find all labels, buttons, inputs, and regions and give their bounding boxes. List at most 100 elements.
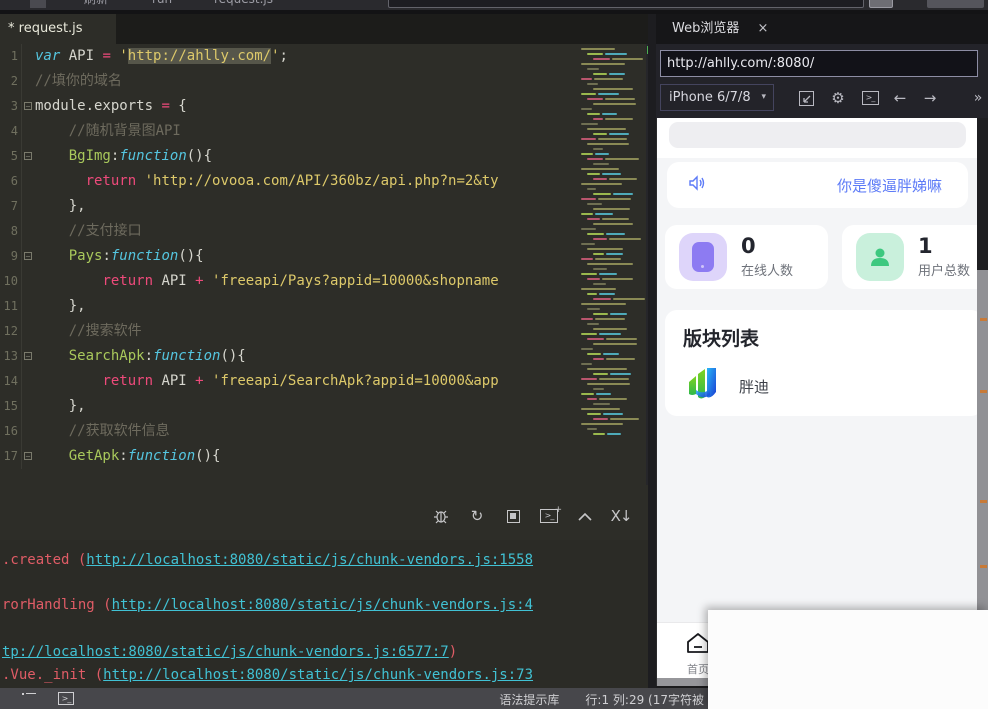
minimap-line	[593, 283, 646, 285]
preview-top-strip	[657, 118, 978, 158]
stat-value: 1	[918, 235, 970, 257]
outline-icon[interactable]	[22, 693, 36, 705]
vertical-scrollbar[interactable]	[977, 118, 988, 610]
fold-column[interactable]: –	[21, 444, 35, 469]
code-line[interactable]: 14 return API + 'freeapi/SearchApk?appid…	[0, 369, 577, 394]
console-link[interactable]: tp://localhost:8080/static/js/chunk-vend…	[2, 644, 449, 660]
fold-icon[interactable]: –	[24, 152, 32, 160]
code-line[interactable]: 5– BgImg:function(){	[0, 144, 577, 169]
toolbar-icon[interactable]	[30, 0, 46, 8]
console-link[interactable]: http://localhost:8080/static/js/chunk-ve…	[103, 667, 533, 683]
collapse-icon[interactable]	[576, 507, 594, 525]
phone-icon	[679, 233, 727, 281]
code-line[interactable]: 16 //获取软件信息	[0, 419, 577, 444]
minimap-line	[593, 208, 646, 210]
minimap-line	[593, 373, 646, 375]
console-link[interactable]: http://localhost:8080/static/js/chunk-ve…	[112, 597, 533, 613]
minimap-line	[593, 88, 646, 90]
code-line[interactable]: 13– SearchApk:function(){	[0, 344, 577, 369]
terminal-icon[interactable]: >_	[58, 692, 74, 705]
stat-card[interactable]: 0在线人数	[665, 225, 828, 289]
minimap-line	[593, 148, 646, 150]
minimap-line	[593, 313, 646, 315]
new-console-icon[interactable]: >_+	[540, 507, 558, 525]
person-icon	[856, 233, 904, 281]
minimap-line	[587, 338, 646, 340]
console-icon[interactable]: >_	[860, 88, 880, 108]
code-line[interactable]: 11 },	[0, 294, 577, 319]
stop-icon[interactable]	[504, 507, 522, 525]
code-text: //填你的域名	[35, 69, 122, 94]
top-search-input[interactable]	[388, 0, 864, 8]
minimap-line	[593, 163, 646, 165]
code-line[interactable]: 9– Pays:function(){	[0, 244, 577, 269]
syntax-lib-label[interactable]: 语法提示库	[499, 691, 559, 708]
fold-icon[interactable]: –	[24, 252, 32, 260]
close-icon[interactable]: ×	[757, 14, 768, 44]
app-name: 胖迪	[739, 376, 769, 397]
fold-column[interactable]: –	[21, 144, 35, 169]
console-output[interactable]: .created (http://localhost:8080/static/j…	[0, 540, 648, 688]
menu-item[interactable]: request.js	[214, 0, 273, 10]
menu-item[interactable]: 刷新	[84, 0, 108, 10]
code-line[interactable]: 8 //支付接口	[0, 219, 577, 244]
pane-divider[interactable]	[648, 14, 656, 688]
stat-label: 用户总数	[918, 260, 970, 279]
code-line[interactable]: 17– GetApk:function(){	[0, 444, 577, 469]
code-text: module.exports = {	[35, 94, 187, 119]
fold-column	[21, 369, 35, 394]
toolbar-button[interactable]	[927, 0, 984, 8]
fold-icon[interactable]: –	[24, 352, 32, 360]
code-text: BgImg:function(){	[35, 144, 212, 169]
device-select[interactable]: iPhone 6/7/8 ▾	[660, 84, 774, 111]
code-line[interactable]: 10 return API + 'freeapi/Pays?appid=1000…	[0, 269, 577, 294]
fold-column	[21, 269, 35, 294]
tab-request-js[interactable]: * request.js	[0, 14, 116, 44]
minimap-line	[587, 278, 646, 280]
line-number: 1	[0, 44, 18, 69]
minimap-line	[581, 273, 646, 275]
notice-banner[interactable]: 你是傻逼胖娣嘛	[667, 162, 968, 208]
menu-item[interactable]: run	[152, 0, 172, 10]
tab-web-browser[interactable]: Web浏览器	[656, 14, 739, 44]
code-line[interactable]: 4 //随机背景图API	[0, 119, 577, 144]
minimap-line	[581, 318, 646, 320]
code-line[interactable]: 3–module.exports = {	[0, 94, 577, 119]
url-input[interactable]	[660, 50, 978, 77]
code-line[interactable]: 15 },	[0, 394, 577, 419]
line-number: 15	[0, 394, 18, 419]
fold-column[interactable]: –	[21, 94, 35, 119]
minimap-line	[587, 218, 646, 220]
minimap-line	[581, 168, 646, 170]
close-panel-icon[interactable]: X↓	[612, 507, 630, 525]
minimap[interactable]	[577, 44, 646, 485]
stat-card[interactable]: 1 用户总数	[842, 225, 988, 289]
fold-icon[interactable]: –	[24, 102, 32, 110]
app-item[interactable]: 胖迪	[683, 364, 983, 408]
small-toolbar-button[interactable]	[869, 0, 893, 8]
bug-icon[interactable]	[432, 507, 450, 525]
open-external-icon[interactable]	[796, 88, 816, 108]
code-line[interactable]: 6 return 'http://ovooa.com/API/360bz/api…	[0, 169, 577, 194]
fold-column[interactable]: –	[21, 344, 35, 369]
code-line[interactable]: 2//填你的域名	[0, 69, 577, 94]
more-icon[interactable]: »	[968, 88, 988, 108]
back-icon[interactable]: ←	[890, 88, 910, 108]
forward-icon[interactable]: →	[920, 88, 940, 108]
code-line[interactable]: 1var API = 'http://ahlly.com/';	[0, 44, 577, 69]
code-text: },	[35, 294, 86, 319]
code-line[interactable]: 12 //搜索软件	[0, 319, 577, 344]
fold-icon[interactable]: –	[24, 452, 32, 460]
code-line[interactable]: 7 },	[0, 194, 577, 219]
minimap-line	[581, 123, 646, 125]
console-link[interactable]: http://localhost:8080/static/js/chunk-ve…	[86, 552, 533, 568]
minimap-line	[587, 398, 646, 400]
code-editor[interactable]: 1var API = 'http://ahlly.com/';2//填你的域名3…	[0, 44, 577, 485]
fold-column[interactable]: –	[21, 244, 35, 269]
fold-column	[21, 169, 35, 194]
gear-icon[interactable]: ⚙	[828, 88, 848, 108]
code-text: Pays:function(){	[35, 244, 204, 269]
restart-icon[interactable]: ↻	[468, 507, 486, 525]
line-number: 14	[0, 369, 18, 394]
scrollbar-thumb[interactable]	[977, 118, 988, 270]
